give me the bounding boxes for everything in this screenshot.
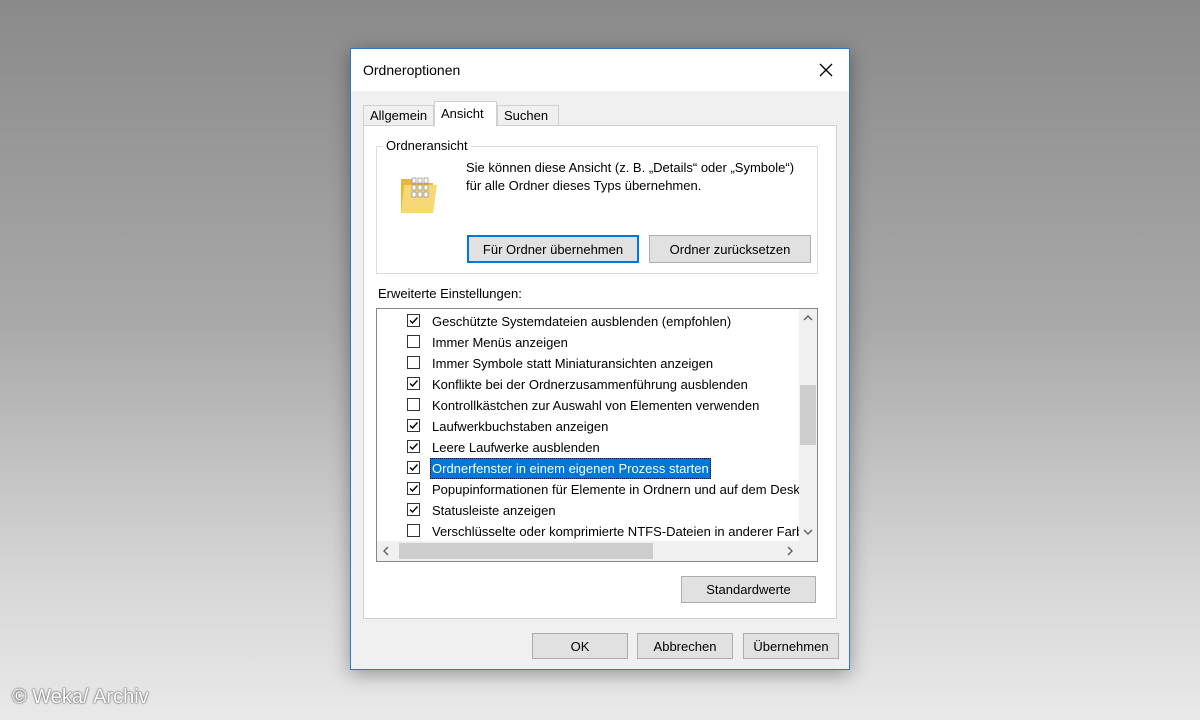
horizontal-scroll-thumb[interactable]	[399, 543, 653, 559]
setting-item-label: Immer Menüs anzeigen	[432, 335, 568, 350]
setting-item-label: Statusleiste anzeigen	[432, 503, 556, 518]
folder-view-icon	[401, 177, 437, 213]
checkbox-checked[interactable]	[407, 440, 420, 453]
setting-item-label: Immer Symbole statt Miniaturansichten an…	[432, 356, 714, 371]
advanced-settings-list[interactable]: Geschützte Systemdateien ausblenden (emp…	[376, 308, 818, 562]
checkbox-unchecked[interactable]	[407, 524, 420, 537]
scroll-up-button[interactable]	[799, 309, 817, 327]
close-icon	[819, 63, 833, 77]
window-title: Ordneroptionen	[363, 62, 461, 78]
folder-options-dialog: Ordneroptionen Allgemein Ansicht Suchen …	[350, 48, 850, 670]
checkbox-unchecked[interactable]	[407, 398, 420, 411]
apply-to-folders-button[interactable]: Für Ordner übernehmen	[467, 235, 639, 263]
checkbox-checked[interactable]	[407, 461, 420, 474]
setting-item-label: Kontrollkästchen zur Auswahl von Element…	[432, 398, 760, 413]
setting-item-label: Ordnerfenster in einem eigenen Prozess s…	[430, 458, 711, 479]
horizontal-scrollbar[interactable]	[377, 541, 799, 561]
restore-defaults-button[interactable]: Standardwerte	[681, 576, 816, 603]
apply-button[interactable]: Übernehmen	[743, 633, 839, 659]
chevron-right-icon	[787, 546, 793, 556]
advanced-settings-label: Erweiterte Einstellungen:	[378, 286, 522, 301]
setting-item-label: Laufwerkbuchstaben anzeigen	[432, 419, 609, 434]
checkbox-checked[interactable]	[407, 314, 420, 327]
checkmark-icon	[409, 422, 419, 430]
tab-suchen[interactable]: Suchen	[497, 105, 559, 125]
tab-allgemein[interactable]: Allgemein	[363, 105, 434, 125]
scroll-right-button[interactable]	[781, 542, 799, 560]
checkbox-checked[interactable]	[407, 503, 420, 516]
setting-item-label: Popupinformationen für Elemente in Ordne…	[432, 482, 799, 497]
checkbox-unchecked[interactable]	[407, 335, 420, 348]
checkmark-icon	[409, 317, 419, 325]
chevron-left-icon	[383, 546, 389, 556]
checkmark-icon	[409, 380, 419, 388]
scroll-down-button[interactable]	[799, 523, 817, 541]
cancel-button[interactable]: Abbrechen	[637, 633, 733, 659]
chevron-down-icon	[803, 529, 813, 535]
setting-item-label: Verschlüsselte oder komprimierte NTFS-Da…	[432, 524, 799, 539]
reset-folders-button[interactable]: Ordner zurücksetzen	[649, 235, 811, 263]
checkmark-icon	[409, 443, 419, 451]
tab-ansicht[interactable]: Ansicht	[434, 101, 497, 127]
checkmark-icon	[409, 485, 419, 493]
advanced-settings-items: Geschützte Systemdateien ausblenden (emp…	[377, 309, 799, 541]
chevron-up-icon	[803, 315, 813, 321]
ok-button[interactable]: OK	[532, 633, 628, 659]
checkmark-icon	[409, 464, 419, 472]
title-bar: Ordneroptionen	[351, 49, 849, 91]
checkbox-checked[interactable]	[407, 419, 420, 432]
vertical-scrollbar[interactable]	[799, 309, 817, 541]
setting-item-label: Geschützte Systemdateien ausblenden (emp…	[432, 314, 732, 329]
scroll-corner	[799, 541, 817, 561]
folder-view-group: Ordneransicht Sie können diese Ansicht (…	[376, 138, 818, 274]
tab-page-ansicht: Ordneransicht Sie können diese Ansicht (…	[363, 125, 837, 619]
checkmark-icon	[409, 506, 419, 514]
setting-item-label: Konflikte bei der Ordnerzusammenführung …	[432, 377, 748, 392]
vertical-scroll-thumb[interactable]	[800, 385, 816, 445]
setting-item-label: Leere Laufwerke ausblenden	[432, 440, 600, 455]
group-label: Ordneransicht	[383, 138, 471, 153]
checkbox-checked[interactable]	[407, 377, 420, 390]
checkbox-checked[interactable]	[407, 482, 420, 495]
folder-view-description: Sie können diese Ansicht (z. B. „Details…	[466, 160, 795, 193]
checkbox-unchecked[interactable]	[407, 356, 420, 369]
scroll-left-button[interactable]	[377, 542, 395, 560]
close-button[interactable]	[803, 49, 849, 91]
watermark: © Weka/ Archiv	[12, 686, 149, 708]
